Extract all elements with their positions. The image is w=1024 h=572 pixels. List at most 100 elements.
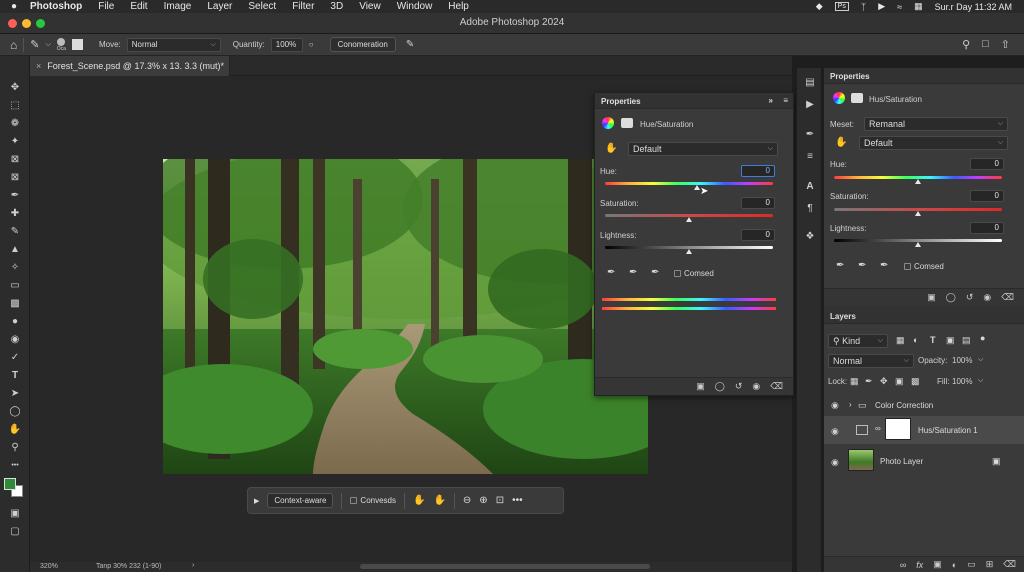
- pen-tool-icon[interactable]: ✓: [7, 350, 23, 364]
- hue-slider[interactable]: [605, 182, 773, 185]
- menu-image[interactable]: Image: [156, 0, 200, 13]
- forest-photo-canvas[interactable]: [163, 159, 648, 474]
- ps-status-icon[interactable]: Ps: [834, 2, 849, 11]
- home-icon[interactable]: ⌂: [10, 38, 17, 52]
- visibility-eye-icon[interactable]: ◉: [983, 292, 991, 303]
- delete-icon[interactable]: ⌫: [1001, 292, 1014, 303]
- menu-view[interactable]: View: [351, 0, 389, 13]
- brush-settings-icon[interactable]: ✒: [803, 128, 817, 140]
- share-icon[interactable]: ⇧: [1001, 38, 1010, 51]
- blend-mode-select[interactable]: Normal ⌵: [828, 354, 914, 368]
- zoom-tool-icon[interactable]: ⚲: [7, 440, 23, 454]
- filter-toggle-icon[interactable]: ●: [980, 333, 985, 343]
- properties-header[interactable]: Properties: [824, 68, 1024, 84]
- collapse-panel-icon[interactable]: »: [769, 96, 773, 105]
- move-tool-icon[interactable]: ✥: [7, 80, 23, 94]
- lock-pixels-icon[interactable]: ✒: [865, 376, 873, 387]
- quick-select-tool-icon[interactable]: ✦: [7, 134, 23, 148]
- saturation-slider-thumb[interactable]: [915, 211, 921, 216]
- layer-row[interactable]: ◉ Photo Layer ▣: [824, 447, 1024, 475]
- visibility-eye-icon[interactable]: ◉: [831, 457, 839, 468]
- brush-preset-chevron-icon[interactable]: ⌵: [45, 41, 50, 49]
- menu-help[interactable]: Help: [440, 0, 477, 13]
- opacity-chevron-icon[interactable]: ⌵: [978, 356, 983, 364]
- menu-select[interactable]: Select: [240, 0, 284, 13]
- visibility-eye-icon[interactable]: ◉: [831, 426, 839, 437]
- zoom-in-icon[interactable]: ⊕: [479, 495, 487, 506]
- frame-tool-icon[interactable]: ⊠: [7, 170, 23, 184]
- link-icon[interactable]: ∞: [875, 424, 881, 433]
- menu-3d[interactable]: 3D: [322, 0, 351, 13]
- hue-slider-thumb[interactable]: [915, 179, 921, 184]
- preset-select[interactable]: Default ⌵: [859, 136, 1008, 150]
- fill-value[interactable]: 100%: [952, 377, 972, 386]
- hand-tool-icon[interactable]: ✋: [7, 422, 23, 436]
- screen-mode-icon[interactable]: ▢: [7, 524, 23, 538]
- wifi-icon[interactable]: ≈: [897, 2, 902, 12]
- hand-icon[interactable]: ✋: [413, 495, 425, 506]
- zoom-level[interactable]: 320%: [40, 563, 58, 570]
- lock-position-icon[interactable]: ✥: [880, 376, 888, 387]
- marquee-tool-icon[interactable]: ⬚: [7, 98, 23, 112]
- lock-artboard-icon[interactable]: ▣: [895, 376, 904, 387]
- eyedropper-icon[interactable]: ✒: [607, 267, 615, 278]
- layer-mask-thumbnail[interactable]: [885, 418, 911, 440]
- filter-pixel-icon[interactable]: ▦: [896, 335, 905, 346]
- delete-layer-icon[interactable]: ⌫: [1003, 559, 1016, 570]
- new-layer-icon[interactable]: ⊞: [986, 559, 994, 570]
- lock-all-icon[interactable]: ▩: [911, 376, 920, 387]
- bluetooth-icon[interactable]: ᛉ: [861, 2, 866, 12]
- type-tool-icon[interactable]: T: [7, 368, 23, 382]
- lightness-slider-thumb[interactable]: [686, 249, 692, 254]
- eyedropper-subtract-icon[interactable]: ✒: [651, 267, 659, 278]
- menu-app-name[interactable]: Photoshop: [28, 0, 90, 13]
- menu-edit[interactable]: Edit: [122, 0, 155, 13]
- blur-tool-icon[interactable]: ●: [7, 314, 23, 328]
- close-tab-icon[interactable]: ×: [36, 61, 41, 71]
- quick-mask-icon[interactable]: ▣: [7, 506, 23, 520]
- preset-select[interactable]: Default ⌵: [628, 142, 778, 156]
- crop-tool-icon[interactable]: ⊠: [7, 152, 23, 166]
- visibility-eye-icon[interactable]: ◉: [831, 400, 839, 411]
- dodge-tool-icon[interactable]: ◉: [7, 332, 23, 346]
- lightness-input[interactable]: 0: [970, 222, 1004, 234]
- layers-header[interactable]: Layers: [824, 308, 1024, 324]
- visibility-eye-icon[interactable]: ◉: [752, 381, 760, 392]
- lightness-slider-thumb[interactable]: [915, 242, 921, 247]
- history-icon[interactable]: ▤: [803, 76, 817, 88]
- targeted-adjustment-icon[interactable]: ✋: [605, 143, 617, 154]
- eyedropper-subtract-icon[interactable]: ✒: [880, 260, 888, 271]
- quantity-select[interactable]: 100%: [270, 37, 303, 52]
- history-brush-tool-icon[interactable]: ✧: [7, 260, 23, 274]
- zoom-out-icon[interactable]: ⊖: [463, 495, 471, 506]
- paragraph-icon[interactable]: ¶: [803, 202, 817, 214]
- reset-icon[interactable]: ↺: [735, 381, 743, 392]
- menu-filter[interactable]: Filter: [284, 0, 322, 13]
- mask-icon[interactable]: [851, 93, 863, 103]
- workspace-icon[interactable]: □: [982, 38, 989, 51]
- document-tab[interactable]: × Forest_Scene.psd @ 17.3% x 13. 3.3 (mut…: [30, 56, 230, 76]
- ellipse-tool-icon[interactable]: ◯: [7, 404, 23, 418]
- brush-size-preview[interactable]: Oca: [57, 37, 66, 52]
- eraser-tool-icon[interactable]: ▭: [7, 278, 23, 292]
- fit-screen-icon[interactable]: ⊡: [496, 495, 504, 506]
- properties-header[interactable]: Properties » ≡: [595, 93, 793, 109]
- add-mask-icon[interactable]: ▣: [933, 559, 942, 570]
- healing-brush-tool-icon[interactable]: ✚: [7, 206, 23, 220]
- 3d-icon[interactable]: ❖: [803, 230, 817, 242]
- view-previous-icon[interactable]: ◯: [946, 292, 956, 303]
- document-info[interactable]: Tanp 30% 232 (1-90): [96, 563, 161, 570]
- eyedropper-add-icon[interactable]: ✒: [629, 267, 637, 278]
- convesds-checkbox[interactable]: Convesds: [350, 496, 396, 505]
- filter-type-icon[interactable]: T: [930, 335, 936, 345]
- clip-to-layer-icon[interactable]: ▣: [696, 381, 705, 392]
- clip-to-layer-icon[interactable]: ▣: [927, 292, 936, 303]
- clock-text[interactable]: Sur.r Day 11:32 AM: [935, 2, 1012, 12]
- colorize-checkbox[interactable]: Comsed: [904, 262, 944, 271]
- adjustments-sliders-icon[interactable]: ≡: [803, 150, 817, 162]
- link-layers-icon[interactable]: ∞: [900, 560, 906, 570]
- dropbox-icon[interactable]: ◆: [816, 1, 823, 12]
- mode-select[interactable]: Normal ⌵: [126, 37, 221, 52]
- group-chevron-icon[interactable]: ›: [849, 400, 852, 409]
- mask-icon[interactable]: [621, 118, 633, 128]
